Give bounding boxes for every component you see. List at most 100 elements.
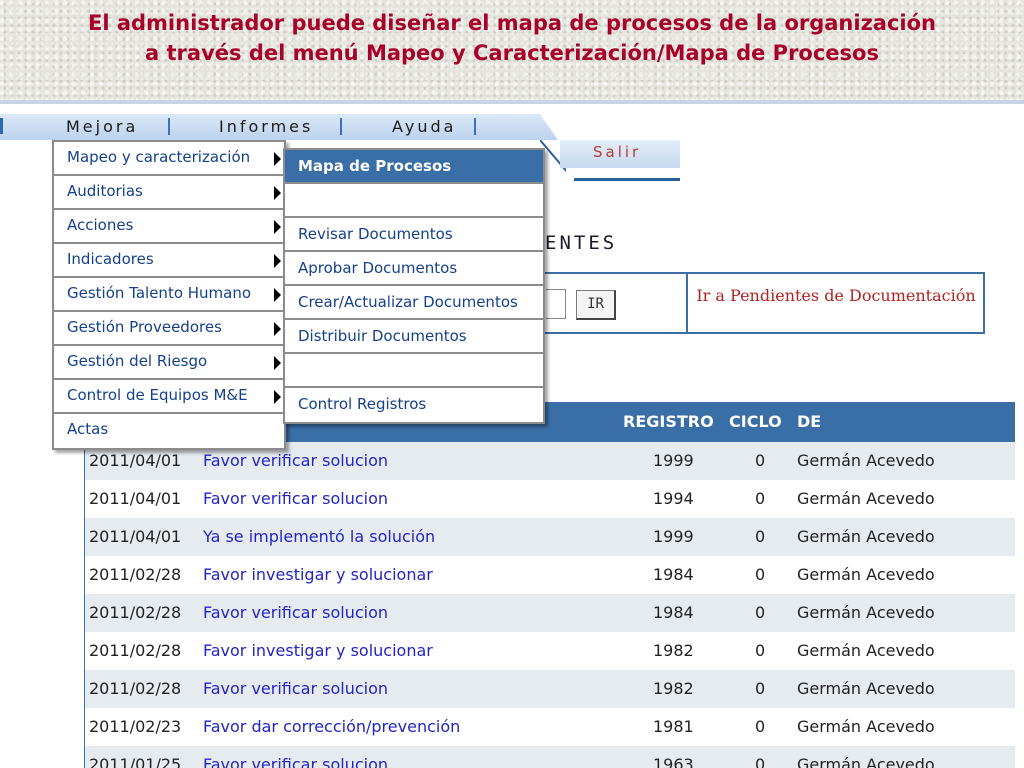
submenu-item-label: Distribuir Documentos: [298, 327, 467, 345]
cell-asunto-link[interactable]: Favor verificar solucion: [203, 603, 388, 622]
cell-ciclo: 0: [755, 489, 766, 508]
menu-item-auditorias[interactable]: Auditorias: [54, 176, 284, 210]
submenu-item-empty[interactable]: [285, 184, 543, 218]
menu-ayuda[interactable]: Ayuda: [392, 117, 456, 136]
menu-item-talento-humano[interactable]: Gestión Talento Humano: [54, 278, 284, 312]
submenu-item-mapa-procesos[interactable]: Mapa de Procesos: [285, 150, 543, 184]
menu-separator: [340, 118, 342, 135]
table-row: 2011/04/01 Favor verificar solucion 1994…: [85, 480, 1015, 518]
cell-registro: 1963: [653, 755, 694, 768]
salir-button[interactable]: Salir: [593, 143, 641, 161]
cell-ciclo: 0: [755, 641, 766, 660]
cell-de: Germán Acevedo: [797, 717, 935, 736]
submenu-item-empty[interactable]: [285, 354, 543, 388]
column-header-ciclo[interactable]: CICLO: [729, 412, 782, 431]
menu-item-label: Gestión Proveedores: [67, 318, 222, 336]
cell-asunto-link[interactable]: Ya se implementó la solución: [203, 527, 435, 546]
cell-fecha: 2011/02/28: [89, 679, 182, 698]
slide-header: El administrador puede diseñar el mapa d…: [0, 0, 1024, 104]
menu-item-equipos[interactable]: Control de Equipos M&E: [54, 380, 284, 414]
triangle-right-icon: [274, 322, 281, 336]
cell-asunto-link[interactable]: Favor verificar solucion: [203, 489, 388, 508]
menu-item-label: Indicadores: [67, 250, 154, 268]
menu-item-actas[interactable]: Actas: [54, 414, 284, 448]
triangle-right-icon: [274, 186, 281, 200]
cell-de: Germán Acevedo: [797, 565, 935, 584]
cell-registro: 1982: [653, 641, 694, 660]
submenu-item-label: Revisar Documentos: [298, 225, 453, 243]
menu-item-acciones[interactable]: Acciones: [54, 210, 284, 244]
mapeo-submenu: Mapa de Procesos Revisar Documentos Apro…: [283, 148, 545, 424]
menu-bar-edge: [0, 118, 3, 134]
cell-registro: 1981: [653, 717, 694, 736]
menu-informes[interactable]: Informes: [219, 117, 313, 136]
table-row: 2011/02/28 Favor verificar solucion 1982…: [85, 670, 1015, 708]
triangle-right-icon: [274, 390, 281, 404]
cell-ciclo: 0: [755, 717, 766, 736]
cell-fecha: 2011/02/28: [89, 641, 182, 660]
cell-asunto-link[interactable]: Favor investigar y solucionar: [203, 565, 433, 584]
menu-item-riesgo[interactable]: Gestión del Riesgo: [54, 346, 284, 380]
cell-asunto-link[interactable]: Favor verificar solucion: [203, 755, 388, 768]
column-header-de[interactable]: DE: [797, 412, 821, 431]
cell-de: Germán Acevedo: [797, 489, 935, 508]
triangle-right-icon: [274, 288, 281, 302]
triangle-right-icon: [274, 152, 281, 166]
mejora-dropdown-menu: Mapeo y caracterización Auditorias Accio…: [52, 140, 286, 450]
submenu-item-label: Control Registros: [298, 395, 427, 413]
cell-fecha: 2011/04/01: [89, 489, 182, 508]
cell-fecha: 2011/04/01: [89, 527, 182, 546]
cell-registro: 1982: [653, 679, 694, 698]
cell-registro: 1984: [653, 603, 694, 622]
menu-item-label: Acciones: [67, 216, 134, 234]
column-header-registro[interactable]: REGISTRO: [623, 412, 714, 431]
menu-item-label: Gestión del Riesgo: [67, 352, 208, 370]
menu-item-mapeo[interactable]: Mapeo y caracterización: [54, 142, 284, 176]
submenu-item-revisar[interactable]: Revisar Documentos: [285, 218, 543, 252]
submenu-item-distribuir[interactable]: Distribuir Documentos: [285, 320, 543, 354]
cell-ciclo: 0: [755, 603, 766, 622]
submenu-item-label: Crear/Actualizar Documentos: [298, 293, 518, 311]
table-row: 2011/04/01 Ya se implementó la solución …: [85, 518, 1015, 556]
cell-ciclo: 0: [755, 679, 766, 698]
submenu-item-label: Mapa de Procesos: [298, 157, 452, 175]
triangle-right-icon: [274, 220, 281, 234]
submenu-item-control-registros[interactable]: Control Registros: [285, 388, 543, 422]
table-row: 2011/02/23 Favor dar corrección/prevenci…: [85, 708, 1015, 746]
triangle-right-icon: [274, 254, 281, 268]
cell-asunto-link[interactable]: Favor verificar solucion: [203, 679, 388, 698]
submenu-item-aprobar[interactable]: Aprobar Documentos: [285, 252, 543, 286]
cell-fecha: 2011/04/01: [89, 451, 182, 470]
menu-item-proveedores[interactable]: Gestión Proveedores: [54, 312, 284, 346]
table-row: 2011/01/25 Favor verificar solucion 1963…: [85, 746, 1015, 768]
menu-item-label: Auditorias: [67, 182, 143, 200]
cell-asunto-link[interactable]: Favor investigar y solucionar: [203, 641, 433, 660]
cell-de: Germán Acevedo: [797, 451, 935, 470]
cell-asunto-link[interactable]: Favor verificar solucion: [203, 451, 388, 470]
ir-button[interactable]: IR: [576, 290, 616, 320]
menu-separator: [474, 118, 476, 135]
cell-de: Germán Acevedo: [797, 641, 935, 660]
cell-fecha: 2011/02/28: [89, 603, 182, 622]
pendientes-link[interactable]: Ir a Pendientes de Documentación: [688, 282, 984, 309]
cell-registro: 1999: [653, 527, 694, 546]
cell-ciclo: 0: [755, 755, 766, 768]
cell-fecha: 2011/02/23: [89, 717, 182, 736]
header-divider: [0, 100, 1024, 104]
registro-input[interactable]: [546, 289, 566, 319]
pendientes-title: ENTES: [545, 232, 618, 254]
slide-caption: El administrador puede diseñar el mapa d…: [0, 8, 1024, 68]
pendientes-table: REGISTRO CICLO DE 2011/04/01 Favor verif…: [84, 402, 1015, 768]
cell-ciclo: 0: [755, 565, 766, 584]
menu-mejora[interactable]: Mejora: [66, 117, 138, 136]
cell-registro: 1984: [653, 565, 694, 584]
cell-de: Germán Acevedo: [797, 527, 935, 546]
cell-fecha: 2011/02/28: [89, 565, 182, 584]
cell-asunto-link[interactable]: Favor dar corrección/prevención: [203, 717, 460, 736]
cell-fecha: 2011/01/25: [89, 755, 182, 768]
cell-de: Germán Acevedo: [797, 603, 935, 622]
salir-tab-underline: [574, 178, 680, 181]
submenu-item-crear[interactable]: Crear/Actualizar Documentos: [285, 286, 543, 320]
menu-item-indicadores[interactable]: Indicadores: [54, 244, 284, 278]
table-row: 2011/02/28 Favor verificar solucion 1984…: [85, 594, 1015, 632]
